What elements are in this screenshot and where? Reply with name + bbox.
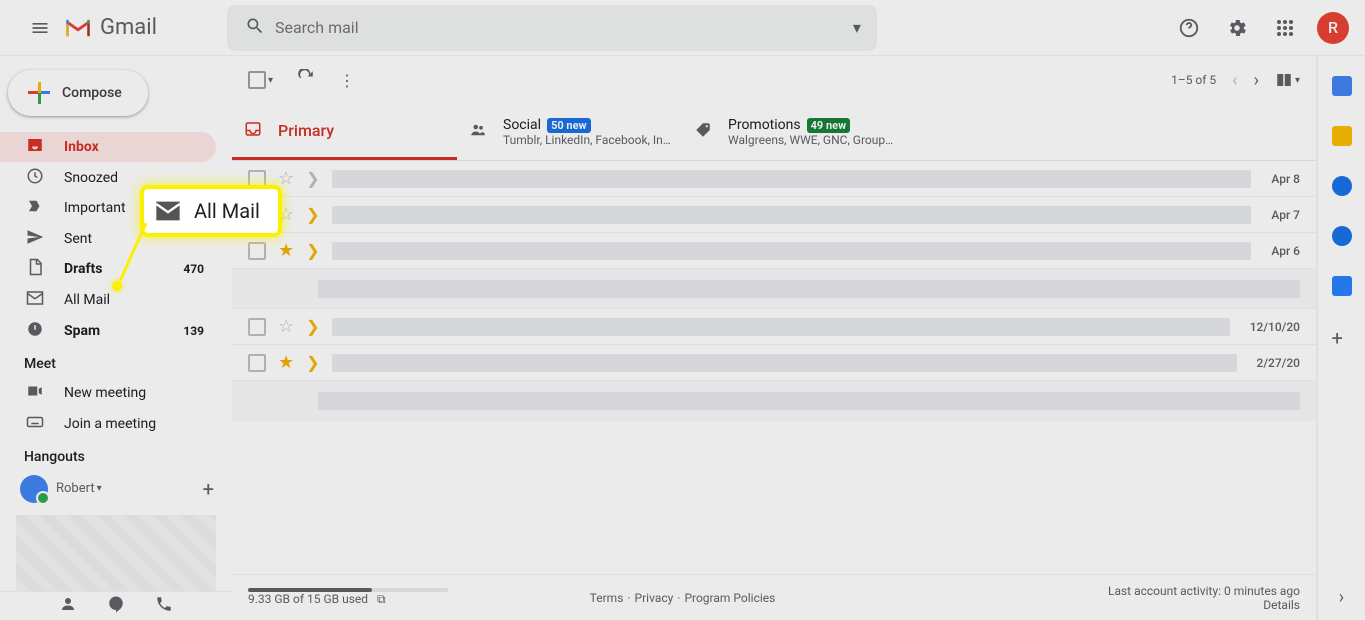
app-name: Gmail: [100, 15, 157, 40]
star-icon[interactable]: ★: [278, 352, 294, 373]
support-icon[interactable]: [1169, 8, 1209, 48]
refresh-icon[interactable]: [297, 69, 315, 91]
mail-row[interactable]: ★❯Apr 6: [232, 233, 1316, 269]
mail-row[interactable]: ☆❯Apr 7: [232, 197, 1316, 233]
search-icon[interactable]: [235, 16, 275, 40]
footer: 9.33 GB of 15 GB used ⧉ Terms· Privacy· …: [232, 574, 1316, 620]
spam-icon: [26, 320, 46, 342]
people-icon: [469, 121, 487, 143]
hangouts-avatar: [20, 475, 48, 503]
clock-icon: [26, 167, 46, 189]
tab-social[interactable]: Social50 new Tumblr, LinkedIn, Facebook,…: [457, 104, 682, 160]
sidebar: Compose Inbox Snoozed Important Sent Dra…: [0, 56, 232, 620]
search-input[interactable]: [275, 18, 845, 37]
compose-button[interactable]: Compose: [8, 70, 148, 116]
video-icon: [26, 382, 46, 404]
importance-icon[interactable]: ❯: [306, 169, 319, 188]
inbox-icon: [26, 136, 46, 158]
search-bar[interactable]: ▾: [227, 5, 877, 51]
keyboard-icon: [26, 413, 46, 435]
prev-page-icon[interactable]: ‹: [1232, 70, 1237, 91]
hangouts-icon[interactable]: [107, 595, 125, 617]
callout-allmail: All Mail: [140, 185, 282, 237]
keep-addon[interactable]: [1332, 126, 1352, 146]
mail-gap: [232, 269, 1316, 309]
hangouts-heading: Hangouts: [0, 439, 232, 471]
row-checkbox[interactable]: [248, 354, 266, 372]
gmail-logo[interactable]: Gmail: [64, 15, 157, 40]
open-storage-icon[interactable]: ⧉: [377, 592, 386, 606]
sidebar-item-join-meeting[interactable]: Join a meeting: [0, 408, 216, 439]
sidebar-item-drafts[interactable]: Drafts470: [0, 254, 216, 285]
select-dropdown-icon[interactable]: ▾: [268, 75, 273, 86]
importance-icon[interactable]: ❯: [306, 205, 319, 224]
promotions-badge: 49 new: [807, 118, 851, 133]
terms-link[interactable]: Terms: [590, 591, 624, 605]
sidebar-item-spam[interactable]: Spam139: [0, 315, 216, 346]
toolbar: ▾ ⋮ 1–5 of 5 ‹ › ▾: [232, 56, 1316, 104]
mail-icon: [26, 289, 46, 311]
important-icon: [26, 197, 46, 219]
tasks-addon[interactable]: [1332, 176, 1352, 196]
hangouts-contacts-blur: [16, 515, 216, 591]
row-checkbox[interactable]: [248, 242, 266, 260]
mail-row[interactable]: ☆❯12/10/20: [232, 309, 1316, 345]
addon-panel: + ›: [1317, 56, 1365, 620]
tab-promotions[interactable]: Promotions49 new Walgreens, WWE, GNC, Gr…: [682, 104, 907, 160]
mail-icon: [154, 197, 182, 225]
sidebar-item-new-meeting[interactable]: New meeting: [0, 378, 216, 409]
row-checkbox[interactable]: [248, 318, 266, 336]
plus-icon: [28, 82, 50, 104]
header: Gmail ▾ R: [0, 0, 1365, 56]
mail-list: ☆❯Apr 8 ☆❯Apr 7 ★❯Apr 6 ☆❯12/10/20 ★❯2/2…: [232, 161, 1316, 574]
apps-icon[interactable]: [1265, 8, 1305, 48]
category-tabs: Primary Social50 new Tumblr, LinkedIn, F…: [232, 104, 1316, 161]
select-all-checkbox[interactable]: [248, 71, 266, 89]
drafts-icon: [26, 258, 46, 280]
hangouts-user-row[interactable]: Robert ▾ +: [0, 471, 232, 507]
meet-heading: Meet: [0, 346, 232, 378]
mail-row[interactable]: ☆❯Apr 8: [232, 161, 1316, 197]
more-icon[interactable]: ⋮: [339, 71, 355, 90]
page-count: 1–5 of 5: [1171, 73, 1216, 87]
details-link[interactable]: Details: [1108, 598, 1300, 612]
activity-text: Last account activity: 0 minutes ago: [1108, 584, 1300, 598]
account-avatar[interactable]: R: [1317, 12, 1349, 44]
split-pane-toggle[interactable]: ▾: [1275, 71, 1300, 89]
policies-link[interactable]: Program Policies: [684, 591, 775, 605]
sidebar-item-inbox[interactable]: Inbox: [0, 132, 216, 163]
settings-icon[interactable]: [1217, 8, 1257, 48]
main-menu-button[interactable]: [16, 4, 64, 52]
tag-icon: [694, 121, 712, 143]
star-icon[interactable]: ☆: [278, 316, 294, 337]
calendar-addon[interactable]: [1332, 76, 1352, 96]
add-addon-icon[interactable]: +: [1332, 326, 1352, 346]
contacts-addon[interactable]: [1332, 226, 1352, 246]
social-badge: 50 new: [547, 118, 591, 133]
importance-icon[interactable]: ❯: [306, 241, 319, 260]
sidebar-item-allmail[interactable]: All Mail: [0, 285, 216, 316]
inbox-tab-icon: [244, 120, 262, 142]
importance-icon[interactable]: ❯: [306, 317, 319, 336]
storage-text: 9.33 GB of 15 GB used: [248, 592, 368, 606]
dropbox-addon[interactable]: [1332, 276, 1352, 296]
hangouts-footer: [0, 591, 232, 620]
mail-gap: [232, 381, 1316, 421]
star-icon[interactable]: ★: [278, 240, 294, 261]
search-options-icon[interactable]: ▾: [845, 18, 869, 37]
phone-icon[interactable]: [155, 595, 173, 617]
sent-icon: [26, 228, 46, 250]
tab-primary[interactable]: Primary: [232, 104, 457, 160]
content: ▾ ⋮ 1–5 of 5 ‹ › ▾ Primary Social50 new …: [232, 56, 1317, 620]
mail-row[interactable]: ★❯2/27/20: [232, 345, 1316, 381]
storage-progress: [248, 588, 448, 592]
next-page-icon[interactable]: ›: [1254, 70, 1259, 91]
collapse-panel-icon[interactable]: ›: [1339, 587, 1344, 608]
hangouts-add-icon[interactable]: +: [203, 477, 214, 501]
importance-icon[interactable]: ❯: [306, 353, 319, 372]
privacy-link[interactable]: Privacy: [635, 591, 674, 605]
person-icon[interactable]: [59, 595, 77, 617]
